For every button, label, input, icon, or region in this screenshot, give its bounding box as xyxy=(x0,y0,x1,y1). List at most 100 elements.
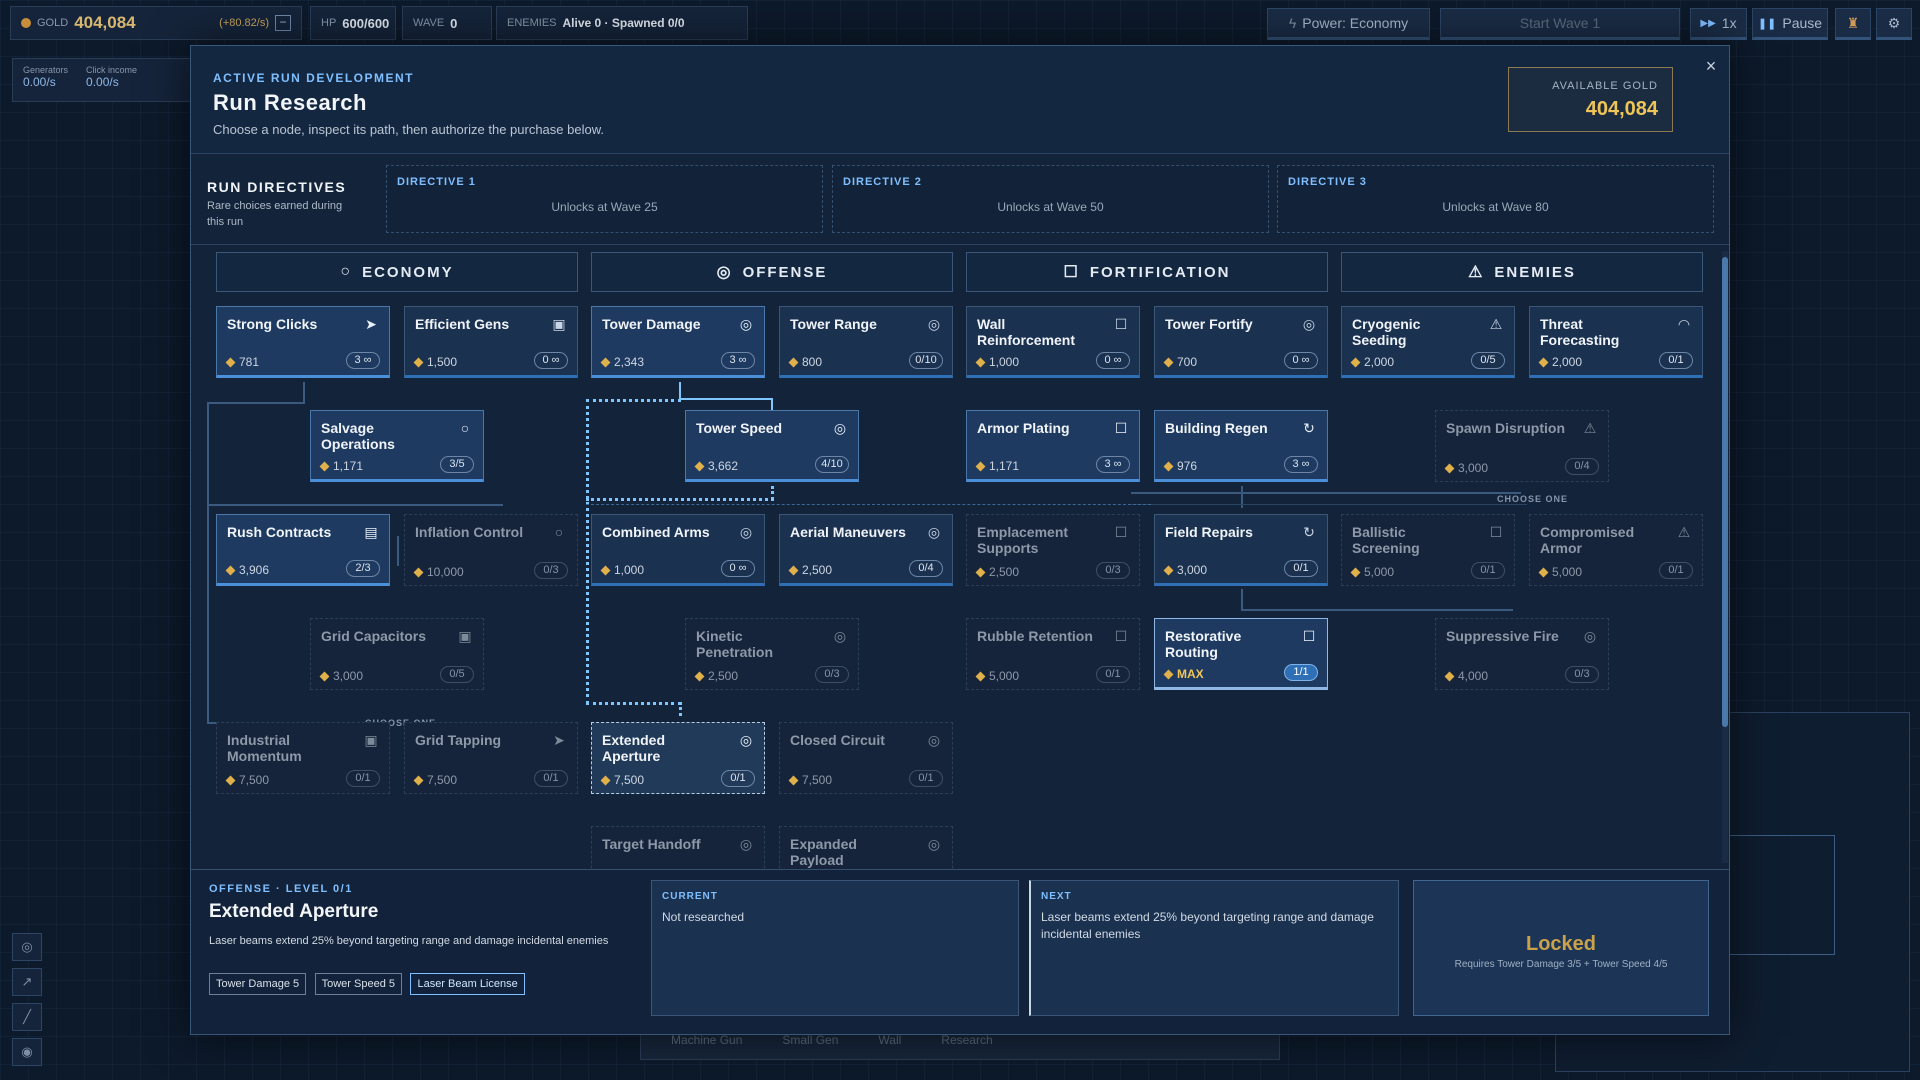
target-icon: ◎ xyxy=(716,264,733,281)
directive-slot-3[interactable]: DIRECTIVE 3 Unlocks at Wave 80 xyxy=(1277,165,1714,233)
line-icon: ╱ xyxy=(23,1009,31,1024)
research-node-armor-plating[interactable]: Armor Plating ☐ 1,171 3 ∞ xyxy=(966,410,1140,482)
research-node-industrial-momentum[interactable]: Industrial Momentum ▣ 7,500 0/1 xyxy=(216,722,390,794)
scrollbar-thumb[interactable] xyxy=(1722,257,1728,727)
directive-slot-2[interactable]: DIRECTIVE 2 Unlocks at Wave 50 xyxy=(832,165,1269,233)
research-node-combined-arms[interactable]: Combined Arms ◎ 1,000 0 ∞ xyxy=(591,514,765,586)
research-node-inflation-control[interactable]: Inflation Control ○ 10,000 0/3 xyxy=(404,514,578,586)
tag-tower-speed: Tower Speed 5 xyxy=(314,973,402,995)
node-cost-value: 800 xyxy=(802,355,823,369)
research-node-spawn-disruption[interactable]: Spawn Disruption ⚠ 3,000 0/4 xyxy=(1435,410,1609,482)
research-node-grid-capacitors[interactable]: Grid Capacitors ▣ 3,000 0/5 xyxy=(310,618,484,690)
tool-button-3[interactable]: ╱ xyxy=(12,1003,42,1031)
directive-1-status: Unlocks at Wave 25 xyxy=(551,200,658,214)
node-cost-value: 700 xyxy=(1177,355,1198,369)
directive-1-title: DIRECTIVE 1 xyxy=(397,176,476,188)
node-name: Rush Contracts xyxy=(227,524,332,540)
research-node-tower-fortify[interactable]: Tower Fortify ◎ 700 0 ∞ xyxy=(1154,306,1328,378)
gold-diamond-icon xyxy=(1163,565,1174,575)
bolt-icon: ϟ xyxy=(1288,15,1297,31)
gold-diamond-icon xyxy=(413,357,424,367)
node-name: Grid Tapping xyxy=(415,732,502,748)
research-node-compromised-armor[interactable]: Compromised Armor ⚠ 5,000 0/1 xyxy=(1529,514,1703,586)
research-node-threat-forecasting[interactable]: Threat Forecasting ◠ 2,000 0/1 xyxy=(1529,306,1703,378)
node-level: 0/1 xyxy=(1659,352,1693,369)
research-node-extended-aperture[interactable]: Extended Aperture ◎ 7,500 0/1 xyxy=(591,722,765,794)
research-node-kinetic-penetration[interactable]: Kinetic Penetration ◎ 2,500 0/3 xyxy=(685,618,859,690)
modal-kicker: ACTIVE RUN DEVELOPMENT xyxy=(213,71,415,85)
research-node-emplacement-supports[interactable]: Emplacement Supports ☐ 2,500 0/3 xyxy=(966,514,1140,586)
purchase-button[interactable]: Locked Requires Tower Damage 3/5 + Tower… xyxy=(1413,880,1709,1016)
research-node-tower-damage[interactable]: Tower Damage ◎ 2,343 3 ∞ xyxy=(591,306,765,378)
start-wave-button[interactable]: Start Wave 1 xyxy=(1440,8,1680,40)
node-name: Ballistic Screening xyxy=(1352,524,1420,556)
research-node-strong-clicks[interactable]: Strong Clicks ➤ 781 3 ∞ xyxy=(216,306,390,378)
detail-kicker: OFFENSE · LEVEL 0/1 xyxy=(209,883,353,895)
scrollbar[interactable] xyxy=(1722,251,1728,863)
wave-value: 0 xyxy=(450,15,458,31)
research-node-closed-circuit[interactable]: Closed Circuit ◎ 7,500 0/1 xyxy=(779,722,953,794)
node-name: Rubble Retention xyxy=(977,628,1093,644)
research-node-rush-contracts[interactable]: Rush Contracts ▤ 3,906 2/3 xyxy=(216,514,390,586)
pause-button[interactable]: ❚❚ Pause xyxy=(1752,8,1828,40)
node-level: 0/1 xyxy=(1471,562,1505,579)
research-node-suppressive-fire[interactable]: Suppressive Fire ◎ 4,000 0/3 xyxy=(1435,618,1609,690)
research-node-target-handoff[interactable]: Target Handoff ◎ xyxy=(591,826,765,869)
column-offense[interactable]: ◎ OFFENSE xyxy=(591,252,953,292)
hp-display: HP 600/600 xyxy=(310,6,396,40)
settings-button[interactable]: ⚙ xyxy=(1876,8,1912,40)
speed-button[interactable]: ▶▶ 1x xyxy=(1690,8,1747,40)
power-button-label: Power: Economy xyxy=(1302,15,1409,31)
research-node-ballistic-screening[interactable]: Ballistic Screening ☐ 5,000 0/1 xyxy=(1341,514,1515,586)
node-cost-value: MAX xyxy=(1177,667,1204,681)
node-cost: 3,000 xyxy=(319,669,363,683)
node-cost: MAX xyxy=(1163,667,1204,681)
research-node-restorative-routing[interactable]: Restorative Routing ☐ MAX 1/1 xyxy=(1154,618,1328,690)
gold-rate: (+80.82/s) xyxy=(219,17,269,29)
directive-slot-1[interactable]: DIRECTIVE 1 Unlocks at Wave 25 xyxy=(386,165,823,233)
node-cost: 3,000 xyxy=(1163,563,1207,577)
node-name: Tower Range xyxy=(790,316,877,332)
research-node-aerial-maneuvers[interactable]: Aerial Maneuvers ◎ 2,500 0/4 xyxy=(779,514,953,586)
gold-diamond-icon xyxy=(975,357,986,367)
tool-button-4[interactable]: ◉ xyxy=(12,1038,42,1066)
build-item-machine-gun[interactable]: Machine Gun xyxy=(671,1033,742,1057)
build-item-research[interactable]: Research xyxy=(941,1033,992,1057)
research-node-cryogenic-seeding[interactable]: Cryogenic Seeding ⚠ 2,000 0/5 xyxy=(1341,306,1515,378)
node-cost: 1,171 xyxy=(975,459,1019,473)
node-name: Tower Speed xyxy=(696,420,783,436)
column-enemies[interactable]: ⚠ ENEMIES xyxy=(1341,252,1703,292)
build-item-wall[interactable]: Wall xyxy=(878,1033,901,1057)
tool-button-2[interactable]: ↗ xyxy=(12,968,42,996)
column-economy[interactable]: ○ ECONOMY xyxy=(216,252,578,292)
close-button[interactable]: × xyxy=(1701,56,1721,77)
research-node-grid-tapping[interactable]: Grid Tapping ➤ 7,500 0/1 xyxy=(404,722,578,794)
income-panel: Generators 0.00/s Click income 0.00/s xyxy=(12,58,192,102)
research-node-building-regen[interactable]: Building Regen ↻ 976 3 ∞ xyxy=(1154,410,1328,482)
tool-button-1[interactable]: ◎ xyxy=(12,933,42,961)
research-node-wall-reinforcement[interactable]: Wall Reinforcement ☐ 1,000 0 ∞ xyxy=(966,306,1140,378)
warning-icon: ⚠ xyxy=(1468,264,1485,281)
speed-label: 1x xyxy=(1721,15,1737,31)
node-name: Suppressive Fire xyxy=(1446,628,1559,644)
minus-icon[interactable]: − xyxy=(275,15,291,31)
node-cost: 976 xyxy=(1163,459,1197,473)
research-node-tower-range[interactable]: Tower Range ◎ 800 0/10 xyxy=(779,306,953,378)
research-node-salvage-operations[interactable]: Salvage Operations ○ 1,171 3/5 xyxy=(310,410,484,482)
build-item-small-gen[interactable]: Small Gen xyxy=(782,1033,838,1057)
node-cost-value: 1,000 xyxy=(989,355,1020,369)
gold-diamond-icon xyxy=(600,565,611,575)
research-node-field-repairs[interactable]: Field Repairs ↻ 3,000 0/1 xyxy=(1154,514,1328,586)
cursor-icon: ➤ xyxy=(553,732,565,748)
gold-diamond-icon xyxy=(788,565,799,575)
research-node-expanded-payload[interactable]: Expanded Payload ◎ xyxy=(779,826,953,869)
node-cost: 7,500 xyxy=(788,773,832,787)
trophy-button[interactable]: ♜ xyxy=(1835,8,1871,40)
research-node-tower-speed[interactable]: Tower Speed ◎ 3,662 4/10 xyxy=(685,410,859,482)
research-node-rubble-retention[interactable]: Rubble Retention ☐ 5,000 0/1 xyxy=(966,618,1140,690)
column-fortification[interactable]: ☐ FORTIFICATION xyxy=(966,252,1328,292)
research-node-efficient-gens[interactable]: Efficient Gens ▣ 1,500 0 ∞ xyxy=(404,306,578,378)
power-button[interactable]: ϟ Power: Economy xyxy=(1267,8,1430,40)
node-level: 0 ∞ xyxy=(1284,352,1318,369)
node-cost-value: 5,000 xyxy=(1364,565,1395,579)
